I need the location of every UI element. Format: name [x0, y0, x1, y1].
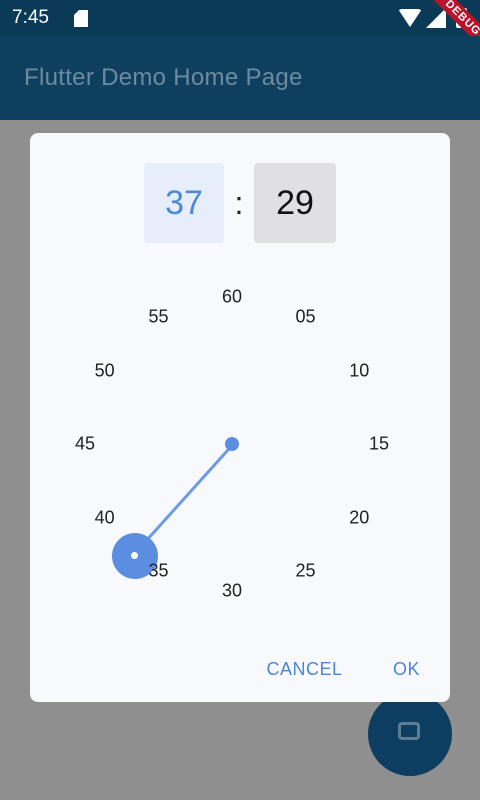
fab-button[interactable]	[368, 692, 452, 776]
app-title: Flutter Demo Home Page	[24, 64, 303, 91]
dial-label-30[interactable]: 30	[222, 581, 242, 602]
status-bar: 7:45	[0, 0, 480, 36]
dial-label-50[interactable]: 50	[95, 360, 115, 381]
sd-card-icon	[74, 10, 88, 27]
cancel-button[interactable]: CANCEL	[267, 659, 343, 680]
status-time: 7:45	[12, 7, 49, 28]
dial-label-55[interactable]: 55	[148, 306, 168, 327]
dial-label-25[interactable]: 25	[295, 561, 315, 582]
ok-button[interactable]: OK	[393, 659, 420, 680]
dial-label-15[interactable]: 15	[369, 434, 389, 455]
signal-icon	[426, 8, 446, 28]
dial-label-60[interactable]: 60	[222, 287, 242, 308]
app-bar: Flutter Demo Home Page	[0, 36, 480, 120]
add-icon	[398, 722, 420, 740]
dial-label-10[interactable]: 10	[349, 360, 369, 381]
dial-label-45[interactable]: 45	[75, 434, 95, 455]
dialog-actions: CANCEL OK	[221, 659, 421, 680]
time-picker-dialog: 37 : 29 60 05 10 15 20 25 30 35 40 45 50 55 CANCEL …	[30, 133, 450, 702]
clock-dial[interactable]: 60 05 10 15 20 25 30 35 40 45 50 55	[30, 133, 450, 702]
dial-label-40[interactable]: 40	[95, 507, 115, 528]
dial-label-35[interactable]: 35	[148, 561, 168, 582]
dial-center-dot	[225, 437, 239, 451]
dial-label-20[interactable]: 20	[349, 507, 369, 528]
dial-selector-dot	[131, 552, 138, 559]
wifi-icon	[398, 9, 422, 27]
dial-label-05[interactable]: 05	[295, 306, 315, 327]
